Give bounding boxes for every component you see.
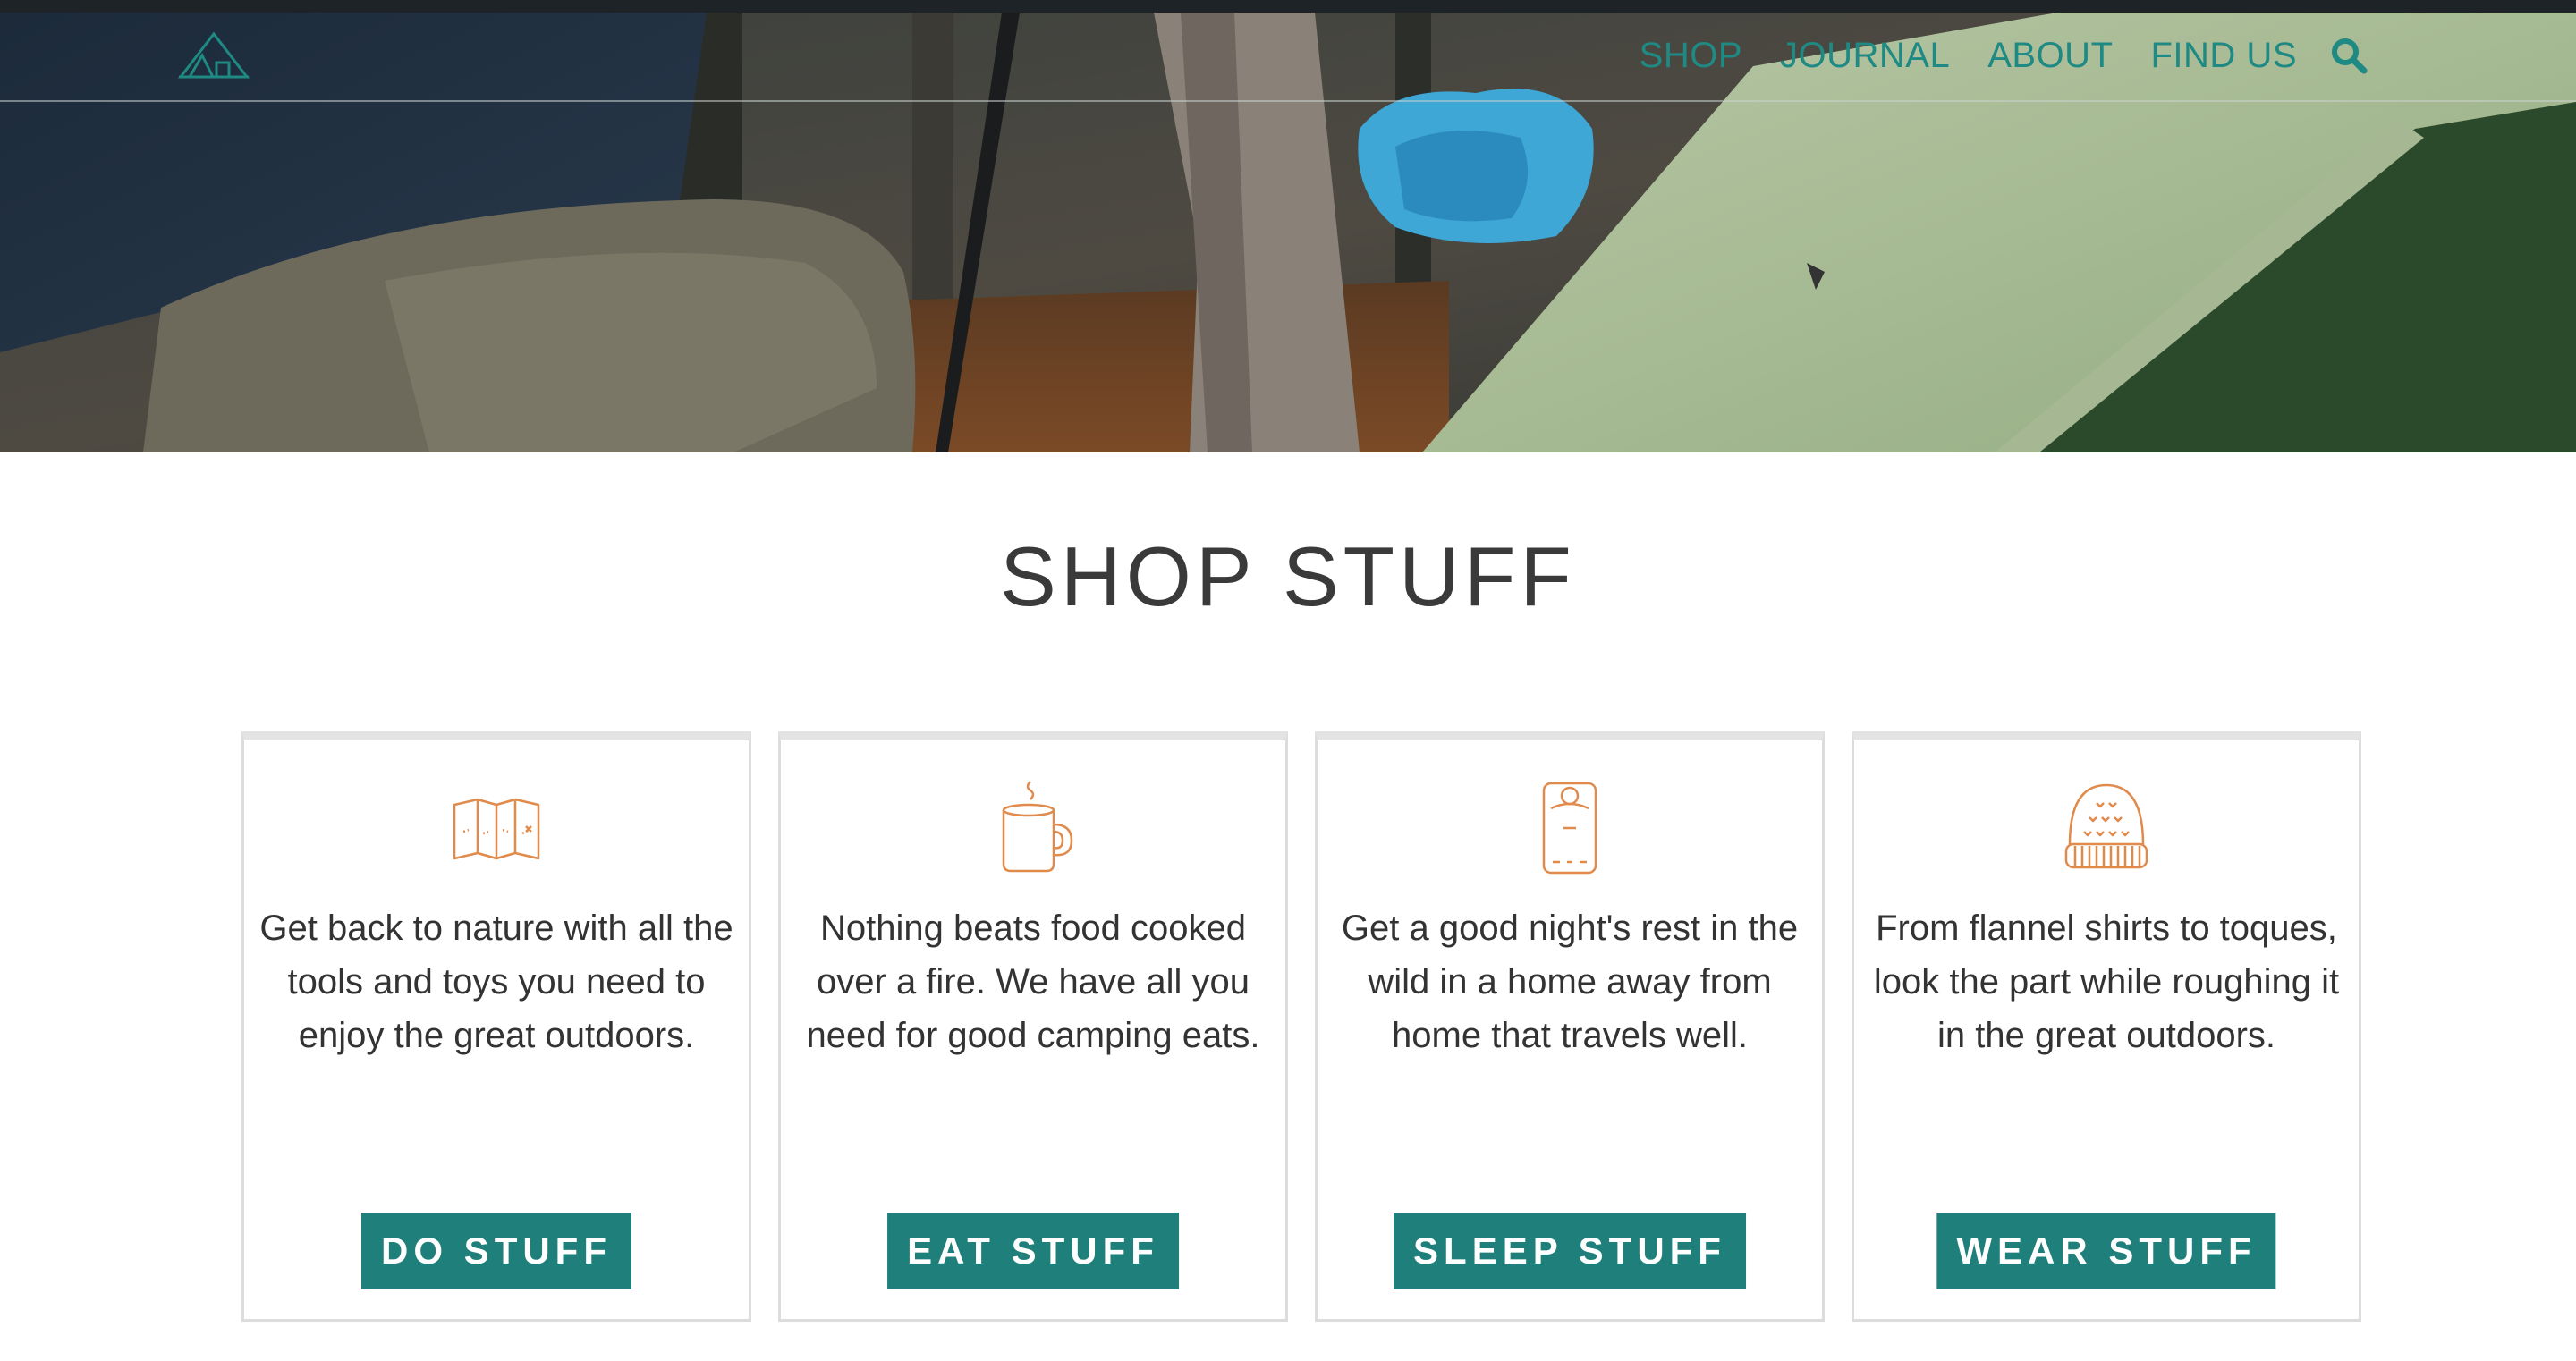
- sleep-stuff-button[interactable]: SLEEP STUFF: [1394, 1213, 1746, 1289]
- search-icon[interactable]: [2329, 36, 2368, 75]
- category-card-sleep: Get a good night's rest in the wild in a…: [1315, 731, 1825, 1322]
- card-description: Nothing beats food cooked over a fire. W…: [806, 909, 1260, 1055]
- category-card-eat: Nothing beats food cooked over a fire. W…: [778, 731, 1288, 1322]
- map-icon: [447, 778, 546, 876]
- category-cards: Get back to nature with all the tools an…: [242, 731, 2361, 1322]
- category-card-wear: From flannel shirts to toques, look the …: [1852, 731, 2361, 1322]
- card-description: Get a good night's rest in the wild in a…: [1341, 909, 1799, 1055]
- nav-link-shop[interactable]: SHOP: [1640, 36, 1742, 76]
- browser-top-strip: [0, 0, 2576, 13]
- card-description: From flannel shirts to toques, look the …: [1873, 909, 2340, 1055]
- toque-icon: [2057, 778, 2156, 876]
- do-stuff-button[interactable]: DO STUFF: [361, 1213, 631, 1289]
- page: SHOP JOURNAL ABOUT FIND US SHOP STUFF Ge…: [0, 0, 2576, 1361]
- nav-link-journal[interactable]: JOURNAL: [1780, 36, 1950, 76]
- eat-stuff-button[interactable]: EAT STUFF: [887, 1213, 1179, 1289]
- wear-stuff-button[interactable]: WEAR STUFF: [1936, 1213, 2276, 1289]
- tent-logo-icon[interactable]: [177, 29, 250, 80]
- category-card-do: Get back to nature with all the tools an…: [242, 731, 751, 1322]
- nav-link-about[interactable]: ABOUT: [1987, 36, 2113, 76]
- card-description: Get back to nature with all the tools an…: [259, 909, 733, 1055]
- mug-icon: [984, 778, 1082, 876]
- nav-link-find-us[interactable]: FIND US: [2151, 36, 2298, 76]
- sleeping-bag-icon: [1521, 778, 1619, 876]
- nav-divider: [0, 100, 2576, 102]
- page-title: SHOP STUFF: [1000, 529, 1576, 623]
- site-navbar: SHOP JOURNAL ABOUT FIND US: [0, 13, 2576, 102]
- nav-links: SHOP JOURNAL ABOUT FIND US: [1640, 30, 2368, 80]
